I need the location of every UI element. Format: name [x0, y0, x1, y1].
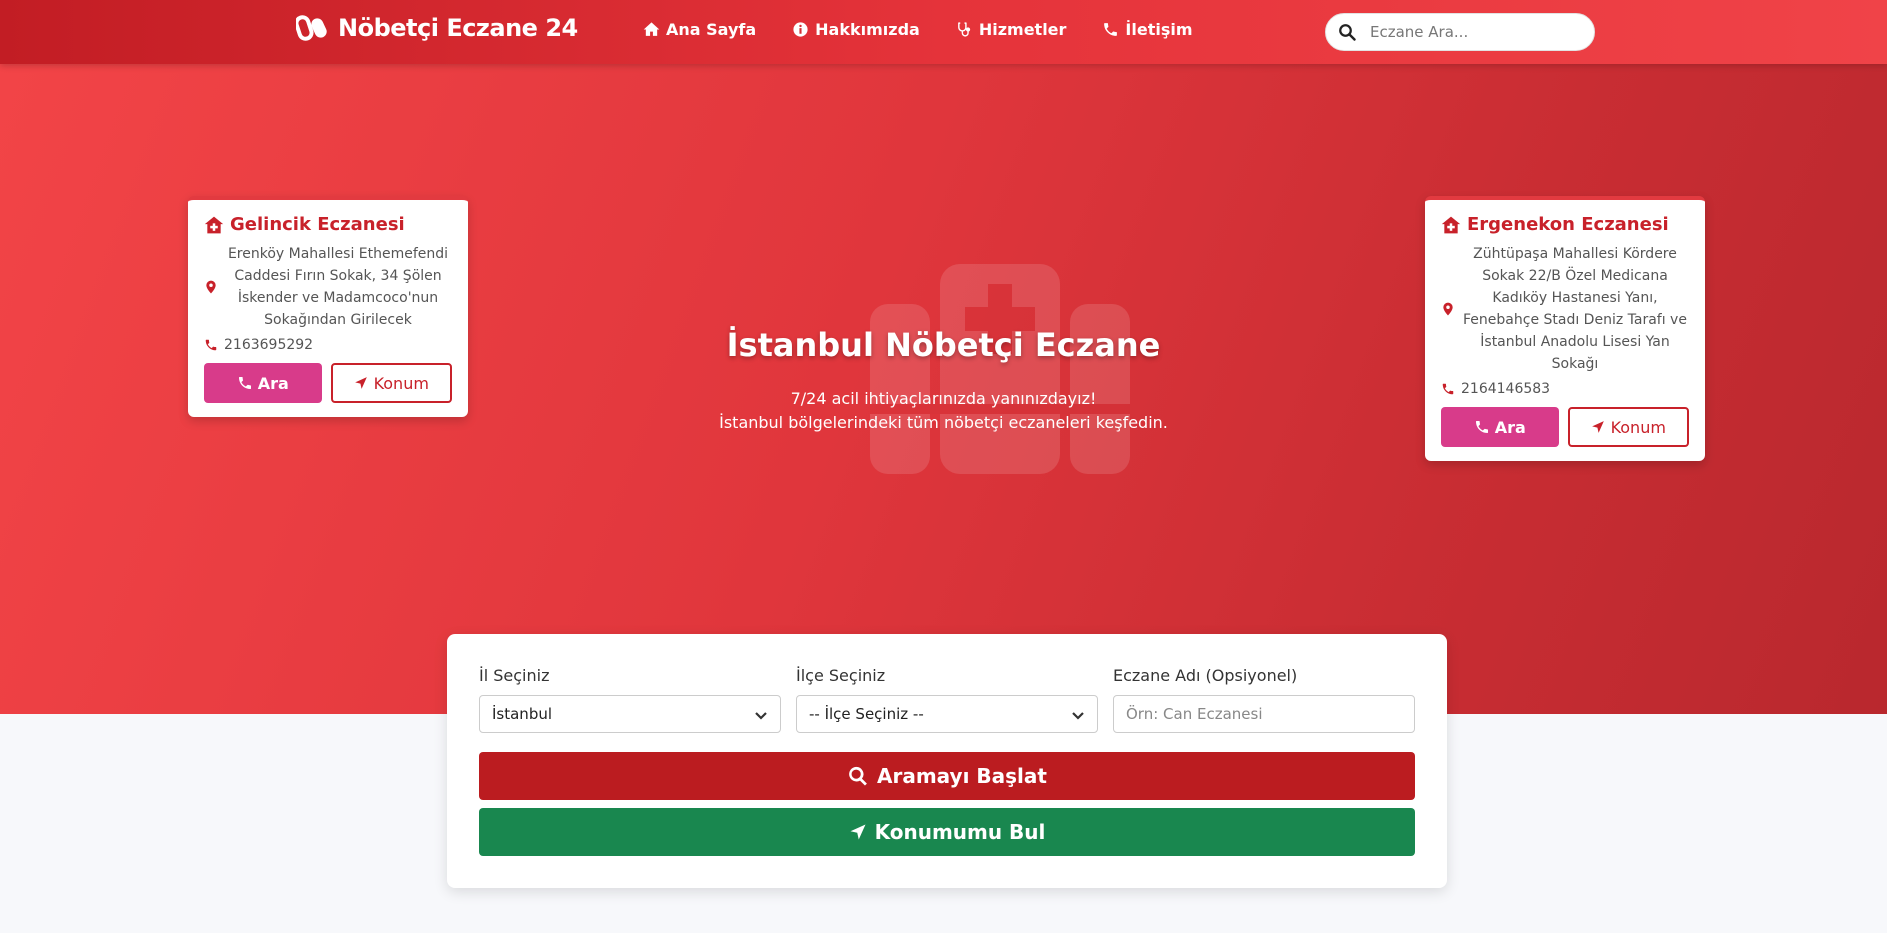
nav-item-services[interactable]: Hizmetler [956, 20, 1067, 39]
district-select[interactable]: -- İlçe Seçiniz -- [796, 695, 1098, 733]
pharmacy-phone: 2164146583 [1441, 381, 1689, 397]
pharmacy-address: Zühtüpaşa Mahallesi Kördere Sokak 22/B Ö… [1441, 243, 1689, 375]
nav-item-contact[interactable]: İletişim [1102, 20, 1193, 39]
pharmacy-watermark-icon [870, 264, 1130, 474]
nav-item-label: Hizmetler [978, 20, 1067, 39]
phone-icon [1104, 23, 1118, 36]
nav-item-home[interactable]: Ana Sayfa [643, 20, 756, 39]
nav-item-about[interactable]: Hakkımızda [792, 20, 920, 39]
location-arrow-icon [354, 377, 367, 389]
pharmacy-phone: 2163695292 [204, 337, 452, 353]
location-arrow-icon [850, 824, 866, 840]
pharmacy-address-text: Zühtüpaşa Mahallesi Kördere Sokak 22/B Ö… [1463, 246, 1687, 372]
pharmacy-name: Gelincik Eczanesi [204, 214, 452, 235]
info-circle-icon [793, 22, 808, 37]
province-select[interactable]: İstanbul [479, 695, 781, 733]
phone-icon [1442, 383, 1454, 395]
call-button[interactable]: Ara [1441, 407, 1559, 447]
map-marker-icon [1443, 302, 1453, 316]
chevron-down-icon [1072, 712, 1084, 720]
province-selected-value: İstanbul [492, 705, 553, 723]
search-icon [1339, 24, 1356, 41]
phone-icon [205, 339, 217, 351]
search-input[interactable] [1370, 23, 1570, 41]
brand-logo[interactable]: Nöbetçi Eczane 24 [296, 14, 578, 42]
map-marker-icon [206, 280, 216, 294]
nav-item-label: Hakkımızda [815, 20, 920, 39]
clinic-house-icon [204, 216, 224, 233]
district-label: İlçe Seçiniz [796, 666, 886, 685]
pharmacy-phone-number: 2164146583 [1461, 381, 1551, 397]
pharmacy-actions: Ara Konum [204, 363, 452, 403]
nav-item-label: Ana Sayfa [666, 20, 757, 39]
pharmacy-actions: Ara Konum [1441, 407, 1689, 447]
district-selected-value: -- İlçe Seçiniz -- [809, 705, 924, 723]
pharmacy-name-label: Eczane Adı (Opsiyonel) [1113, 666, 1298, 685]
province-field: İl Seçiniz İstanbul [479, 666, 781, 733]
call-button[interactable]: Ara [204, 363, 322, 403]
pharmacy-address-text: Erenköy Mahallesi Ethemefendi Caddesi Fı… [227, 246, 449, 328]
pharmacy-name-field: Eczane Adı (Opsiyonel) [1113, 666, 1415, 733]
district-field: İlçe Seçiniz -- İlçe Seçiniz -- [796, 666, 1098, 733]
location-arrow-icon [1591, 421, 1604, 433]
province-label: İl Seçiniz [479, 666, 550, 685]
pharmacy-address: Erenköy Mahallesi Ethemefendi Caddesi Fı… [204, 243, 452, 331]
main-nav: Ana Sayfa Hakkımızda Hizmetler İletişim [643, 20, 1193, 39]
chevron-down-icon [755, 712, 767, 720]
phone-icon [238, 377, 251, 389]
pharmacy-phone-number: 2163695292 [224, 337, 314, 353]
phone-icon [1475, 421, 1488, 433]
pharmacy-name-input-wrapper [1113, 695, 1415, 733]
pharmacy-card-gelincik: Gelincik Eczanesi Erenköy Mahallesi Ethe… [188, 196, 468, 417]
stethoscope-icon [957, 22, 970, 37]
find-my-location-button[interactable]: Konumumu Bul [479, 808, 1415, 856]
pharmacy-card-ergenekon: Ergenekon Eczanesi Zühtüpaşa Mahallesi K… [1425, 196, 1705, 461]
brand-name: Nöbetçi Eczane 24 [338, 14, 578, 42]
search-icon [849, 766, 867, 786]
start-search-button[interactable]: Aramayı Başlat [479, 752, 1415, 800]
location-button[interactable]: Konum [1567, 407, 1689, 447]
navbar: Nöbetçi Eczane 24 Ana Sayfa Hakkımızda H… [0, 0, 1887, 64]
clinic-house-icon [1441, 216, 1461, 233]
pills-icon [296, 15, 327, 41]
location-button[interactable]: Konum [330, 363, 452, 403]
home-icon [643, 22, 660, 36]
pharmacy-search-panel: İl Seçiniz İstanbul İlçe Seçiniz -- İlçe… [447, 634, 1447, 888]
pharmacy-name: Ergenekon Eczanesi [1441, 214, 1689, 235]
navbar-search[interactable] [1325, 13, 1595, 51]
pharmacy-name-input[interactable] [1126, 705, 1402, 723]
nav-item-label: İletişim [1125, 20, 1193, 39]
